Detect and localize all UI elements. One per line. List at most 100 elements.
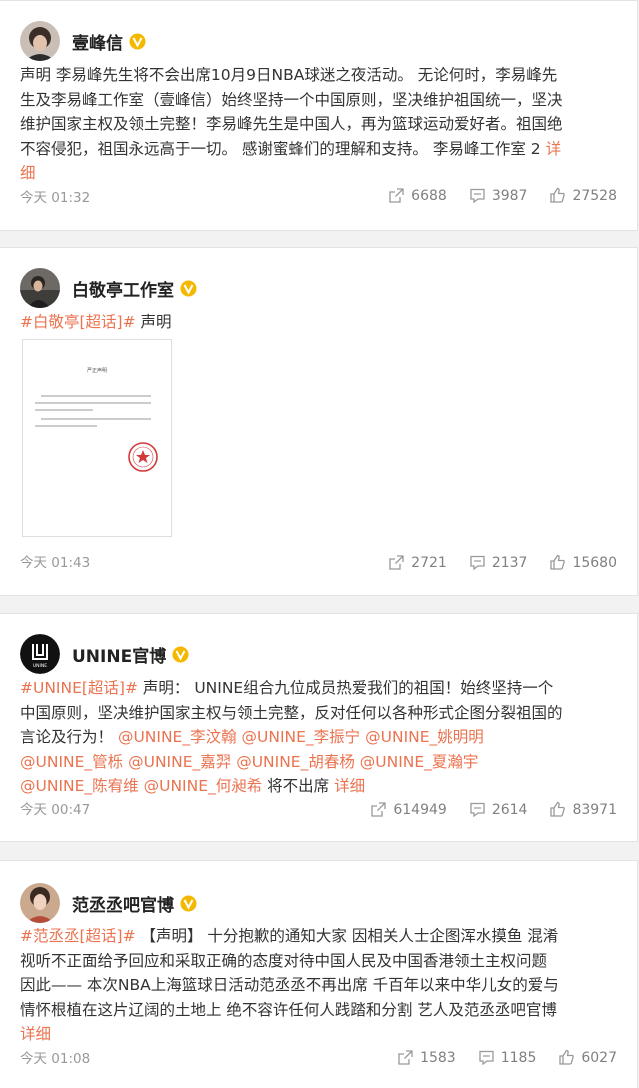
weibo-feed: 壹峰信 声明 李易峰先生将不会出席10月9日NBA球迷之夜活动。 无论何时，李易… xyxy=(0,0,639,1088)
post-actions: 614949 2614 83971 xyxy=(370,801,617,818)
text-span: 声明 xyxy=(135,313,172,331)
repost-button[interactable]: 614949 xyxy=(370,801,447,818)
comment-button[interactable]: 2137 xyxy=(469,554,528,571)
like-count: 6027 xyxy=(581,1049,617,1066)
verified-badge-icon xyxy=(172,646,189,662)
verified-badge-icon xyxy=(129,33,146,49)
comment-count: 1185 xyxy=(500,1049,537,1066)
comment-icon xyxy=(479,1050,494,1066)
mention-link[interactable]: @UNINE_李振宁 xyxy=(242,728,361,746)
post-text: 声明 李易峰先生将不会出席10月9日NBA球迷之夜活动。 无论何时，李易峰先 生… xyxy=(20,63,620,186)
post-time: 今天 01:08 xyxy=(20,1051,91,1067)
repost-count: 614949 xyxy=(393,801,447,818)
text-line: 维护国家主权及领土完整！李易峰先生是中国人，再为篮球运动爱好者。祖国绝 xyxy=(20,115,563,133)
mention-link[interactable]: @UNINE_胡春杨 xyxy=(236,753,355,771)
doc-title: 严正声明 xyxy=(87,367,107,374)
like-icon xyxy=(550,554,566,570)
text-span: 言论及行为！ xyxy=(20,728,118,746)
more-link-continued[interactable]: 细 xyxy=(20,164,36,182)
comment-count: 2614 xyxy=(491,801,528,818)
like-button[interactable]: 83971 xyxy=(549,801,617,818)
post-header: 白敬亭工作室 xyxy=(20,268,197,308)
mention-link[interactable]: @UNINE_李汶翰 xyxy=(118,728,237,746)
topic-tag[interactable]: #范丞丞[超话]# xyxy=(20,927,136,945)
topic-tag[interactable]: #UNINE[超话]# xyxy=(20,679,138,697)
post-text: #UNINE[超话]# 声明： UNINE组合九位成员热爱我们的祖国！始终坚持一… xyxy=(20,676,620,799)
post-time: 今天 01:32 xyxy=(20,190,91,206)
statement-document-image[interactable]: 严正声明 xyxy=(22,339,172,537)
comment-button[interactable]: 3987 xyxy=(469,187,528,204)
post-text: #范丞丞[超话]# 【声明】 十分抱歉的通知大家 因相关人士企图浑水摸鱼 混淆 … xyxy=(20,924,620,1047)
topic-tag[interactable]: #白敬亭[超话]# xyxy=(20,313,136,331)
repost-count: 6688 xyxy=(411,187,447,204)
comment-count: 2137 xyxy=(491,554,528,571)
comment-icon xyxy=(470,555,485,571)
repost-icon xyxy=(389,188,404,203)
post-time: 今天 01:43 xyxy=(20,555,91,571)
mention-link[interactable]: @UNINE_管栎 xyxy=(20,753,123,771)
avatar[interactable] xyxy=(20,21,60,61)
like-count: 15680 xyxy=(572,554,617,571)
comment-button[interactable]: 1185 xyxy=(478,1049,537,1066)
post-header: 壹峰信 xyxy=(20,21,146,61)
comment-count: 3987 xyxy=(491,187,528,204)
author-name[interactable]: 白敬亭工作室 xyxy=(72,276,174,301)
repost-button[interactable]: 2721 xyxy=(388,554,447,571)
mention-link[interactable]: @UNINE_陈宥维 xyxy=(20,777,139,795)
mention-link[interactable]: @UNINE_嘉羿 xyxy=(128,753,231,771)
text-line: 情怀根植在这片辽阔的土地上 绝不容许任何人践踏和分割 艺人及范丞丞吧官博 xyxy=(20,1000,557,1019)
mention-link[interactable]: @UNINE_姚明明 xyxy=(365,728,484,746)
comment-icon xyxy=(470,188,485,204)
repost-button[interactable]: 1583 xyxy=(397,1049,456,1066)
like-count: 27528 xyxy=(572,187,617,204)
repost-count: 1583 xyxy=(420,1049,456,1066)
repost-icon xyxy=(389,555,404,570)
post-actions: 2721 2137 15680 xyxy=(388,554,617,571)
author-name[interactable]: 范丞丞吧官博 xyxy=(72,891,174,916)
avatar[interactable]: UNINE xyxy=(20,634,60,674)
like-button[interactable]: 27528 xyxy=(549,187,617,204)
post-text: #白敬亭[超话]# 声明 xyxy=(20,310,620,335)
verified-badge-icon xyxy=(180,280,197,296)
text-line: 中国原则，坚决维护国家主权与领土完整，反对任何以各种形式企图分裂祖国的 xyxy=(20,703,563,722)
text-span: 声明： UNINE组合九位成员热爱我们的祖国！始终坚持一个 xyxy=(137,679,554,697)
text-line: 声明 李易峰先生将不会出席10月9日NBA球迷之夜活动。 无论何时，李易峰先 xyxy=(20,66,558,84)
text-line: 不容侵犯，祖国永远高于一切。 感谢蜜蜂们的理解和支持。 李易峰工作室 2 xyxy=(20,139,546,158)
like-icon xyxy=(550,801,566,817)
avatar[interactable] xyxy=(20,268,60,308)
text-line: 因此—— 本次NBA上海篮球日活动范丞丞不再出席 千百年以来中华儿女的爱与 xyxy=(20,976,559,994)
repost-icon xyxy=(371,802,387,817)
author-name[interactable]: UNINE官博 xyxy=(72,642,166,667)
post-header: UNINE UNINE官博 xyxy=(20,634,189,674)
like-count: 83971 xyxy=(572,801,617,818)
post-card: 范丞丞吧官博 #范丞丞[超话]# 【声明】 十分抱歉的通知大家 因相关人士企图浑… xyxy=(0,860,638,1088)
text-line: 视听不正面给予回应和采取正确的态度对待中国人民及中国香港领土主权问题 xyxy=(20,951,548,970)
like-button[interactable]: 15680 xyxy=(549,554,617,571)
text-span: 【声明】 十分抱歉的通知大家 因相关人士企图浑水摸鱼 混淆 xyxy=(135,927,559,945)
post-actions: 1583 1185 6027 xyxy=(397,1049,617,1066)
text-span: 将不出席 xyxy=(262,777,335,795)
more-link[interactable]: 详 xyxy=(546,140,562,158)
post-header: 范丞丞吧官博 xyxy=(20,883,197,923)
like-icon xyxy=(559,1049,575,1065)
mention-link[interactable]: @UNINE_何昶希 xyxy=(144,777,263,795)
repost-count: 2721 xyxy=(411,554,447,571)
author-name[interactable]: 壹峰信 xyxy=(72,29,123,54)
repost-button[interactable]: 6688 xyxy=(388,187,447,204)
post-card: UNINE UNINE官博 #UNINE[超话]# 声明： UNINE组合九位成… xyxy=(0,613,638,842)
comment-button[interactable]: 2614 xyxy=(469,801,528,818)
more-link[interactable]: 详细 xyxy=(20,1025,51,1043)
post-card: 壹峰信 声明 李易峰先生将不会出席10月9日NBA球迷之夜活动。 无论何时，李易… xyxy=(0,0,638,231)
more-link[interactable]: 详细 xyxy=(334,777,365,795)
like-icon xyxy=(550,187,566,203)
comment-icon xyxy=(470,802,485,818)
mention-link[interactable]: @UNINE_夏瀚宇 xyxy=(360,753,479,771)
text-line: 生及李易峰工作室（壹峰信）始终坚持一个中国原则，坚决维护祖国统一，坚决 xyxy=(20,90,563,109)
repost-icon xyxy=(398,1050,413,1065)
verified-badge-icon xyxy=(180,895,197,911)
avatar[interactable] xyxy=(20,883,60,923)
like-button[interactable]: 6027 xyxy=(558,1049,617,1066)
avatar-label: UNINE xyxy=(33,663,47,669)
post-time: 今天 00:47 xyxy=(20,802,91,818)
post-actions: 6688 3987 27528 xyxy=(388,187,617,204)
